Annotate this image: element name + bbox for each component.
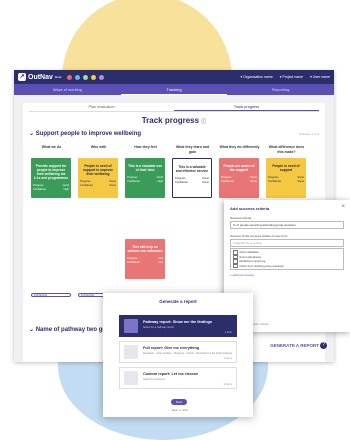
subtab-plan-evaluation[interactable]: Plan evaluation xyxy=(29,103,174,111)
top-bar: ↗ OutNav Beta ▾ Organisation name ▾ Proj… xyxy=(14,70,334,84)
card-confidence-value: Some xyxy=(202,181,209,184)
collapse-chevron-icon: ⌄ xyxy=(29,327,35,333)
organisation-menu[interactable]: ▾ Organisation name xyxy=(240,75,272,79)
report-option-subtitle: Select for a pathway report xyxy=(143,326,174,329)
source-option-label: Client database xyxy=(239,250,259,255)
pathway-one-meta: Pathway 1 of 2 xyxy=(299,132,319,136)
card-confidence-value: Some xyxy=(297,180,304,183)
card-confidence-value: High xyxy=(157,180,163,183)
logo[interactable]: ↗ OutNav Beta xyxy=(18,73,61,81)
source-option[interactable]: Notes from working group meetings xyxy=(233,263,341,268)
report-icon xyxy=(124,345,138,359)
report-option-custom[interactable]: Custom report: Let me choose Select the … xyxy=(119,367,237,389)
card-text: This is a valuable use of their time xyxy=(128,164,162,172)
source-option-label: Event attendance xyxy=(239,254,262,259)
card-text: This will help us achieve our outcomes xyxy=(127,245,163,253)
panel-title: Add success criteria xyxy=(230,206,270,211)
outcome-card[interactable]: This is a valuable and effective service… xyxy=(172,158,212,198)
help-icon[interactable]: ? xyxy=(320,342,327,349)
report-option-subtitle: Research - Case studies - Progress - Cha… xyxy=(143,352,232,355)
card-confidence-label: Confidence xyxy=(127,261,141,264)
collapse-chevron-icon: ⌄ xyxy=(29,131,35,137)
close-icon[interactable]: × xyxy=(341,204,345,210)
card-confidence-value: High xyxy=(63,188,69,191)
card-confidence-label: Confidence xyxy=(33,188,47,191)
status-dot xyxy=(91,74,97,80)
report-option-subtitle: Select the sections xyxy=(143,378,165,381)
checkbox-icon xyxy=(233,263,238,268)
report-option-note: 3 items xyxy=(223,383,232,386)
column-headers: What we do Who with How they feel What t… xyxy=(31,145,317,154)
modal-title: Generate a report xyxy=(159,299,197,304)
source-option-label: Reflective impact log xyxy=(239,259,266,264)
source-search-placeholder: Search for a source xyxy=(235,241,262,245)
main-tabs: Ways of working Tracking Reporting xyxy=(14,84,334,95)
source-list: Client database Event attendance Reflect… xyxy=(230,248,344,270)
status-dot xyxy=(83,74,89,80)
card-text: People in need of support to improve the… xyxy=(82,164,114,176)
card-confidence-value: Some xyxy=(109,184,116,187)
add-source-link[interactable]: + add new source xyxy=(230,273,344,277)
beta-badge: Beta xyxy=(54,75,62,79)
tab-reporting[interactable]: Reporting xyxy=(227,84,334,95)
column-header: How they feel xyxy=(134,145,157,149)
status-dot xyxy=(75,74,81,80)
pathway-one-title: Support people to improve wellbeing xyxy=(35,131,142,137)
info-icon[interactable]: ⓘ xyxy=(201,119,206,125)
outcome-card[interactable]: People are aware of the support Progress… xyxy=(219,158,259,198)
source-option-label: Notes from working group meetings xyxy=(239,263,284,268)
card-confidence-label: Confidence xyxy=(175,181,189,184)
tab-ways-of-working[interactable]: Ways of working xyxy=(14,84,121,95)
project-menu[interactable]: ▾ Project name xyxy=(280,75,303,79)
logo-text: OutNav xyxy=(28,73,53,81)
page-title: Track progress xyxy=(141,116,200,125)
status-dots xyxy=(67,74,105,80)
generate-report-modal: Generate a report Pathway report: Show m… xyxy=(103,293,253,417)
outcome-card[interactable]: People in need of support to improve the… xyxy=(78,158,118,198)
outcome-card[interactable]: Provide support for people to improve th… xyxy=(31,158,71,198)
criteria-label: Success criteria xyxy=(230,216,252,220)
card-text: This is a valuable and effective service xyxy=(175,165,209,173)
evidence-button[interactable]: EVIDENCE xyxy=(31,293,71,297)
tab-tracking[interactable]: Tracking xyxy=(120,84,228,95)
criteria-input[interactable]: % of people reporting attending group se… xyxy=(230,221,344,229)
report-option-note: 2 items xyxy=(223,357,232,360)
generate-report-button[interactable]: GENERATE A REPORT xyxy=(270,343,319,348)
outcome-card[interactable]: People in need of support Progress Some C… xyxy=(266,158,306,198)
outcome-card[interactable]: This will help us achieve our outcomes P… xyxy=(125,239,165,279)
status-dot xyxy=(67,74,73,80)
next-button[interactable]: Next xyxy=(171,399,187,405)
column-header: Who with xyxy=(90,145,107,149)
column-header: What difference does this make? xyxy=(268,145,305,154)
status-dot xyxy=(99,74,105,80)
card-confidence-value: Some xyxy=(250,180,257,183)
report-icon xyxy=(124,371,138,385)
card-text: People are aware of the support xyxy=(223,164,255,172)
card-confidence-label: Confidence xyxy=(221,180,235,183)
report-option-note: 1 item xyxy=(224,331,232,334)
card-text: Provide support for people to improve th… xyxy=(33,164,69,180)
subtab-track-progress[interactable]: Track progress xyxy=(174,103,319,111)
pathway-one-heading[interactable]: ⌄ Support people to improve wellbeing Pa… xyxy=(29,130,319,137)
sources-label: Sources of the success criteria comes fr… xyxy=(230,234,288,238)
user-menu[interactable]: ▾ User name xyxy=(310,75,330,79)
card-confidence-label: Confidence xyxy=(80,184,94,187)
report-icon xyxy=(124,319,138,333)
source-search-input[interactable]: ⌕ Search for a source xyxy=(230,239,344,247)
card-confidence-value: Low xyxy=(158,261,163,264)
column-header: What they learn and gain xyxy=(175,145,210,154)
back-link[interactable]: ← Back to table xyxy=(103,408,253,412)
outcome-card[interactable]: This is a valuable use of their time Pro… xyxy=(125,158,165,198)
column-header: What they do differently xyxy=(219,145,260,149)
logo-mark-icon: ↗ xyxy=(18,73,26,81)
card-confidence-label: Confidence xyxy=(268,180,282,183)
report-option-title: Full report: Give me everything xyxy=(143,346,200,350)
report-option-full[interactable]: Full report: Give me everything Research… xyxy=(119,341,237,363)
report-option-pathway[interactable]: Pathway report: Show me the findings Sel… xyxy=(119,315,237,337)
column-header: What we do xyxy=(41,145,62,149)
card-confidence-label: Confidence xyxy=(127,180,141,183)
report-option-title: Custom report: Let me choose xyxy=(143,372,199,376)
card-text: People in need of support xyxy=(272,164,300,172)
report-option-title: Pathway report: Show me the findings xyxy=(143,320,212,324)
